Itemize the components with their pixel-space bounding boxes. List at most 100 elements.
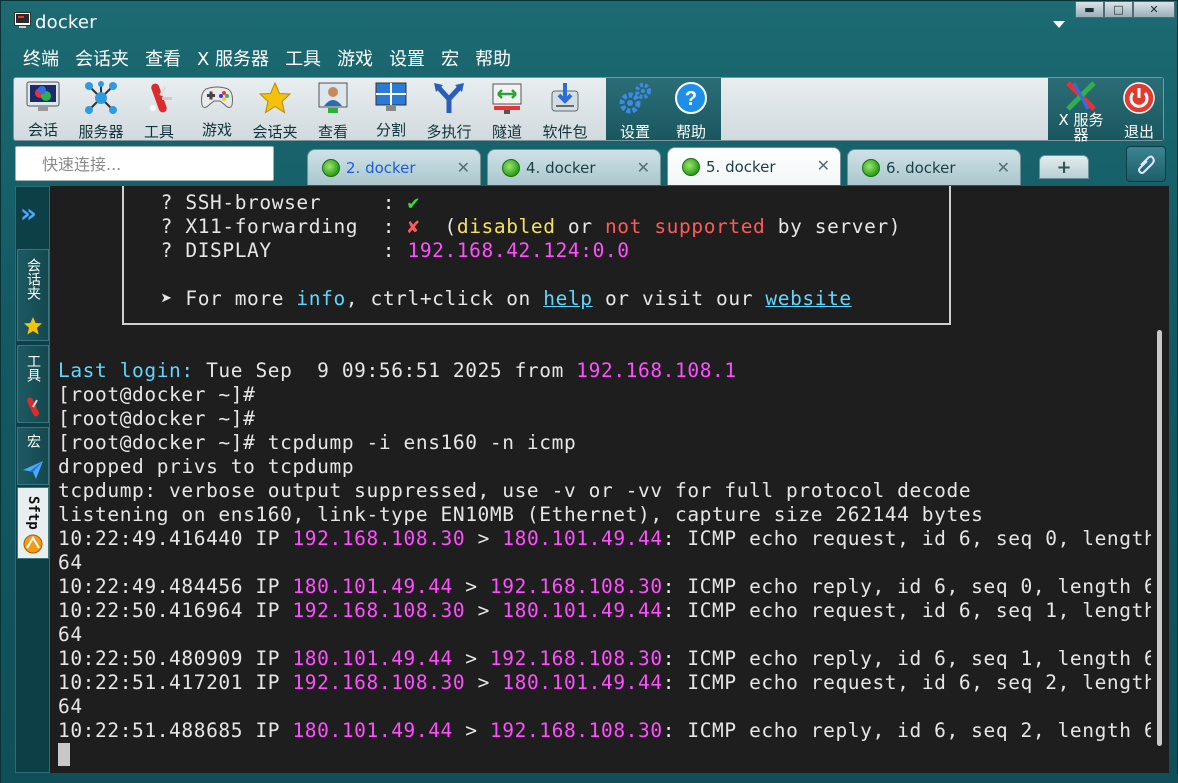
close-button[interactable]: ✕ xyxy=(1133,1,1175,18)
toolbar-view-label: 查看 xyxy=(317,123,348,141)
tab-2-docker[interactable]: 2. docker ✕ xyxy=(307,149,481,185)
toolbar-xserver-button[interactable]: X 服务器 xyxy=(1052,78,1110,144)
packet-line: 10:22:51.417201 IP 192.168.108.30 > 180.… xyxy=(58,671,1157,694)
last-login-line: Last login: Tue Sep 9 09:56:51 2025 from… xyxy=(58,359,737,382)
tab-5-docker[interactable]: 5. docker ✕ xyxy=(667,147,841,185)
check-icon: ✔ xyxy=(407,191,420,214)
side-tab-macros[interactable]: 宏 xyxy=(17,427,49,485)
toolbar-multiexec-button[interactable]: 多执行 xyxy=(420,78,478,141)
last-login-label: Last login: xyxy=(58,359,194,382)
toolbar-exit-label: 退出 xyxy=(1123,123,1154,141)
svg-text:?: ? xyxy=(685,88,697,110)
gamepad-icon xyxy=(199,81,235,113)
tunnel-icon xyxy=(489,81,525,115)
title-bar[interactable]: docker ▬ □ ✕ xyxy=(1,1,1177,41)
toolbar-games-label: 游戏 xyxy=(201,121,232,139)
scrollbar-thumb[interactable] xyxy=(1157,330,1162,746)
toolbar-servers-button[interactable]: 服务器 xyxy=(72,78,130,141)
side-tab-label: 会话夹 xyxy=(25,258,41,300)
side-tab-sessions[interactable]: 会话夹 xyxy=(17,249,49,341)
star-icon xyxy=(257,81,293,115)
toolbar-xserver-label: X 服务器 xyxy=(1058,111,1104,144)
toolbar-split-button[interactable]: 分割 xyxy=(362,78,420,140)
menu-macros[interactable]: 宏 xyxy=(433,47,467,73)
quick-connect-input[interactable]: 快速连接... xyxy=(15,146,274,181)
packet-line: 10:22:50.416964 IP 192.168.108.30 > 180.… xyxy=(58,599,1157,622)
toolbar-sessions-label: 会话夹 xyxy=(252,123,298,141)
info-ssh-browser: ? SSH-browser : ✔ xyxy=(136,191,420,215)
menu-view[interactable]: 查看 xyxy=(137,47,189,73)
terminal-session-icon xyxy=(682,157,700,176)
tab-label: 4. docker xyxy=(526,158,596,177)
servers-icon xyxy=(83,81,119,115)
help-icon: ? xyxy=(673,81,709,115)
tab-4-docker[interactable]: 4. docker ✕ xyxy=(487,149,661,185)
title-dropdown-icon[interactable] xyxy=(1053,21,1065,28)
packet-line: 10:22:51.488685 IP 180.101.49.44 > 192.1… xyxy=(58,719,1168,742)
new-tab-button[interactable]: + xyxy=(1039,155,1089,179)
session-tab-bar: 2. docker ✕ 4. docker ✕ 5. docker ✕ 6. d… xyxy=(277,147,1165,185)
session-icon xyxy=(25,81,61,113)
app-icon xyxy=(14,12,31,28)
menu-terminal[interactable]: 终端 xyxy=(15,47,67,73)
toolbar: 会话 服务器 工具 游戏 会话夹 查看 分割 多执行 隧道 软件包 设置 ? 帮… xyxy=(13,77,1164,144)
attach-button[interactable] xyxy=(1126,146,1166,182)
toolbar-packages-label: 软件包 xyxy=(542,123,588,141)
packet-line: 10:22:49.484456 IP 180.101.49.44 > 192.1… xyxy=(58,575,1168,598)
packet-wrap-line: 64 xyxy=(58,551,83,574)
side-panel: » 会话夹 工具 宏 Sftp xyxy=(15,186,50,773)
sftp-icon xyxy=(23,534,43,554)
toolbar-session-button[interactable]: 会话 xyxy=(14,78,72,140)
maximize-button[interactable]: □ xyxy=(1104,1,1133,18)
multiexec-icon xyxy=(431,81,467,115)
help-link[interactable]: help xyxy=(543,287,592,310)
toolbar-games-button[interactable]: 游戏 xyxy=(188,78,246,140)
tools-icon xyxy=(141,81,177,115)
side-tab-tools[interactable]: 工具 xyxy=(17,345,49,423)
toolbar-help-button[interactable]: ? 帮助 xyxy=(662,78,720,141)
toolbar-tunnel-button[interactable]: 隧道 xyxy=(478,78,536,141)
tab-close-icon[interactable]: ✕ xyxy=(637,158,650,177)
menu-sessions[interactable]: 会话夹 xyxy=(67,47,137,73)
last-login-ip: 192.168.108.1 xyxy=(576,359,737,382)
window-controls: ▬ □ ✕ xyxy=(1075,1,1175,19)
side-tab-label: Sftp xyxy=(25,496,41,530)
toolbar-settings-button[interactable]: 设置 xyxy=(606,78,664,141)
toolbar-packages-button[interactable]: 软件包 xyxy=(536,78,594,141)
toolbar-settings-label: 设置 xyxy=(619,123,650,141)
tab-close-icon[interactable]: ✕ xyxy=(817,156,830,175)
side-tab-sftp[interactable]: Sftp xyxy=(17,487,49,559)
toolbar-tools-button[interactable]: 工具 xyxy=(130,78,188,141)
terminal-session-icon xyxy=(862,158,880,177)
toolbar-split-label: 分割 xyxy=(375,121,406,139)
xserver-icon xyxy=(1063,81,1099,111)
expand-panel-icon[interactable]: » xyxy=(20,201,37,227)
menu-tools[interactable]: 工具 xyxy=(277,47,329,73)
tools-icon xyxy=(27,397,39,417)
split-icon xyxy=(373,81,409,113)
side-tab-label: 工具 xyxy=(25,354,41,382)
info-x11-forwarding: ? X11-forwarding : ✘ (disabled or not su… xyxy=(136,215,902,238)
minimize-button[interactable]: ▬ xyxy=(1075,1,1104,18)
tab-6-docker[interactable]: 6. docker ✕ xyxy=(847,149,1021,185)
settings-gear-icon xyxy=(617,81,653,115)
toolbar-view-button[interactable]: 查看 xyxy=(304,78,362,141)
prompt-line: [root@docker ~]# xyxy=(58,407,256,430)
toolbar-exit-button[interactable]: 退出 xyxy=(1110,78,1168,141)
menu-games[interactable]: 游戏 xyxy=(329,47,381,73)
tab-close-icon[interactable]: ✕ xyxy=(997,158,1010,177)
website-link[interactable]: website xyxy=(765,287,851,310)
packet-line: 10:22:49.416440 IP 192.168.108.30 > 180.… xyxy=(58,527,1157,550)
packet-wrap-line: 64 xyxy=(58,695,83,718)
menu-help[interactable]: 帮助 xyxy=(467,47,519,73)
toolbar-sessions-button[interactable]: 会话夹 xyxy=(246,78,304,141)
star-icon xyxy=(24,317,42,335)
terminal-session-icon xyxy=(502,158,520,177)
tab-close-icon[interactable]: ✕ xyxy=(457,158,470,177)
menu-xserver[interactable]: X 服务器 xyxy=(189,47,277,73)
terminal-view[interactable]: ? SSH-browser : ✔ ? X11-forwarding : ✘ (… xyxy=(50,186,1168,773)
info-key: ? DISPLAY : xyxy=(136,239,408,262)
terminal-scrollbar[interactable] xyxy=(1151,186,1169,773)
macro-icon xyxy=(23,461,43,479)
menu-settings[interactable]: 设置 xyxy=(381,47,433,73)
